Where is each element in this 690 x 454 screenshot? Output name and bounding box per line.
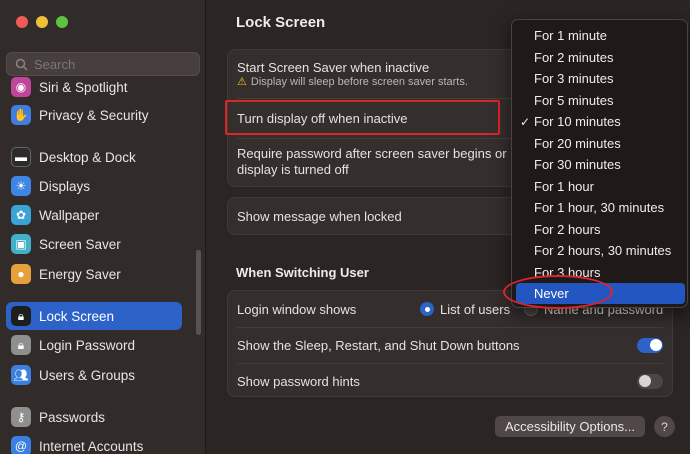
menu-item-10-minutes[interactable]: ✓ For 10 minutes xyxy=(516,111,685,132)
sidebar-item-screen-saver[interactable]: ▣ Screen Saver xyxy=(6,230,182,258)
password-hints-toggle[interactable] xyxy=(637,373,663,389)
help-button[interactable]: ? xyxy=(654,416,675,437)
screen-saver-warning: ⚠ Display will sleep before screen saver… xyxy=(237,75,468,89)
menu-item-2-minutes[interactable]: For 2 minutes xyxy=(516,47,685,68)
sidebar-item-label: Internet Accounts xyxy=(39,438,144,454)
sidebar-item-label: Passwords xyxy=(39,409,106,425)
checkmark-icon: ✓ xyxy=(520,114,531,129)
sidebar-scrollbar[interactable] xyxy=(196,250,201,335)
annotation-ellipse xyxy=(503,275,613,309)
hand-icon: ✋ xyxy=(11,105,31,125)
sidebar-item-label: Screen Saver xyxy=(39,236,121,252)
sidebar-item-wallpaper[interactable]: ✿ Wallpaper xyxy=(6,201,182,229)
search-input[interactable] xyxy=(34,56,184,72)
padlock-icon: 🔒︎ xyxy=(11,335,31,355)
sidebar-item-label: Privacy & Security xyxy=(39,107,149,123)
require-password-label-1: Require password after screen saver begi… xyxy=(237,146,507,161)
accessibility-options-button[interactable]: Accessibility Options... xyxy=(495,416,645,437)
display-off-dropdown-menu: For 1 minute For 2 minutes For 3 minutes… xyxy=(511,19,688,308)
menu-item-label: For 1 hour, 30 minutes xyxy=(534,200,665,215)
siri-icon: ◉ xyxy=(11,77,31,97)
menu-item-label: For 1 minute xyxy=(534,28,607,43)
lock-icon: 🔒︎ xyxy=(11,306,31,326)
sidebar-item-internet-accounts[interactable]: @ Internet Accounts xyxy=(6,432,182,454)
option-list-of-users[interactable]: List of users xyxy=(420,302,510,317)
menu-item-label: For 1 hour xyxy=(534,178,594,194)
menu-item-2-hours-30[interactable]: For 2 hours, 30 minutes xyxy=(516,240,685,261)
password-hints-row: Show password hints xyxy=(228,365,672,397)
menu-item-3-minutes[interactable]: For 3 minutes xyxy=(516,68,685,89)
warning-icon: ⚠ xyxy=(237,76,247,88)
menu-item-5-minutes[interactable]: For 5 minutes xyxy=(516,90,685,111)
menu-item-label: For 20 minutes xyxy=(534,135,621,151)
divider xyxy=(237,327,663,328)
menu-item-30-minutes[interactable]: For 30 minutes xyxy=(516,154,685,175)
menu-item-20-minutes[interactable]: For 20 minutes xyxy=(516,133,685,154)
warning-text: Display will sleep before screen saver s… xyxy=(250,75,468,88)
switching-user-heading: When Switching User xyxy=(236,265,369,280)
sidebar-item-label: Wallpaper xyxy=(39,207,100,223)
sidebar: ◉ Siri & Spotlight ✋ Privacy & Security … xyxy=(0,0,206,454)
list-of-users-radio[interactable] xyxy=(420,302,434,316)
zoom-window-button[interactable] xyxy=(56,16,68,28)
sidebar-item-siri[interactable]: ◉ Siri & Spotlight xyxy=(6,73,182,101)
search-icon xyxy=(15,58,28,71)
sidebar-item-label: Energy Saver xyxy=(39,266,121,282)
sidebar-item-label: Users & Groups xyxy=(39,367,136,383)
menu-item-label: For 5 minutes xyxy=(534,92,614,108)
menu-item-1-minute[interactable]: For 1 minute xyxy=(516,25,685,46)
menu-item-1-hour[interactable]: For 1 hour xyxy=(516,176,685,197)
sidebar-item-login-password[interactable]: 🔒︎ Login Password xyxy=(6,331,182,359)
key-icon: ⚷ xyxy=(11,407,31,427)
sidebar-item-label: Displays xyxy=(39,178,91,194)
menu-item-label: For 2 hours, 30 minutes xyxy=(534,243,672,258)
sidebar-item-desktop-dock[interactable]: ▬ Desktop & Dock xyxy=(6,143,182,171)
sleep-buttons-toggle[interactable] xyxy=(637,337,663,353)
sidebar-item-label: Desktop & Dock xyxy=(39,149,136,165)
sidebar-item-lock-screen[interactable]: 🔒︎ Lock Screen xyxy=(6,302,182,330)
sidebar-item-label: Siri & Spotlight xyxy=(39,79,128,95)
at-icon: @ xyxy=(11,436,31,454)
divider xyxy=(237,363,663,364)
sleep-buttons-label: Show the Sleep, Restart, and Shut Down b… xyxy=(237,337,520,353)
page-title: Lock Screen xyxy=(236,14,326,31)
bulb-icon: ● xyxy=(11,264,31,284)
sidebar-item-users-groups[interactable]: 👥︎ Users & Groups xyxy=(6,361,182,389)
menu-item-label: For 3 minutes xyxy=(534,71,614,86)
sleep-buttons-row: Show the Sleep, Restart, and Shut Down b… xyxy=(228,329,672,361)
users-icon: 👥︎ xyxy=(11,365,31,385)
minimize-window-button[interactable] xyxy=(36,16,48,28)
menu-item-1-hour-30[interactable]: For 1 hour, 30 minutes xyxy=(516,197,685,218)
sidebar-item-passwords[interactable]: ⚷ Passwords xyxy=(6,403,182,431)
sidebar-item-displays[interactable]: ☀ Displays xyxy=(6,172,182,200)
require-password-label-2: display is turned off xyxy=(237,162,349,177)
close-window-button[interactable] xyxy=(16,16,28,28)
screensaver-icon: ▣ xyxy=(11,234,31,254)
sidebar-item-label: Lock Screen xyxy=(39,308,115,324)
menu-item-label: For 2 minutes xyxy=(534,49,614,65)
menu-item-label: For 10 minutes xyxy=(534,114,621,129)
sun-icon: ☀ xyxy=(11,176,31,196)
dock-icon: ▬ xyxy=(11,147,31,167)
option-list-label: List of users xyxy=(440,301,511,317)
password-hints-label: Show password hints xyxy=(237,373,360,389)
menu-item-label: For 30 minutes xyxy=(534,157,621,172)
menu-item-2-hours[interactable]: For 2 hours xyxy=(516,219,685,240)
sidebar-item-energy-saver[interactable]: ● Energy Saver xyxy=(6,260,182,288)
window-controls xyxy=(16,16,68,28)
screen-saver-label: Start Screen Saver when inactive xyxy=(237,60,430,75)
menu-item-label: For 2 hours xyxy=(534,221,601,237)
login-window-label: Login window shows xyxy=(237,301,357,317)
sidebar-item-privacy[interactable]: ✋ Privacy & Security xyxy=(6,101,182,129)
flower-icon: ✿ xyxy=(11,205,31,225)
sidebar-item-label: Login Password xyxy=(39,337,136,353)
annotation-highlight-box xyxy=(225,100,500,135)
show-message-label: Show message when locked xyxy=(237,208,402,224)
